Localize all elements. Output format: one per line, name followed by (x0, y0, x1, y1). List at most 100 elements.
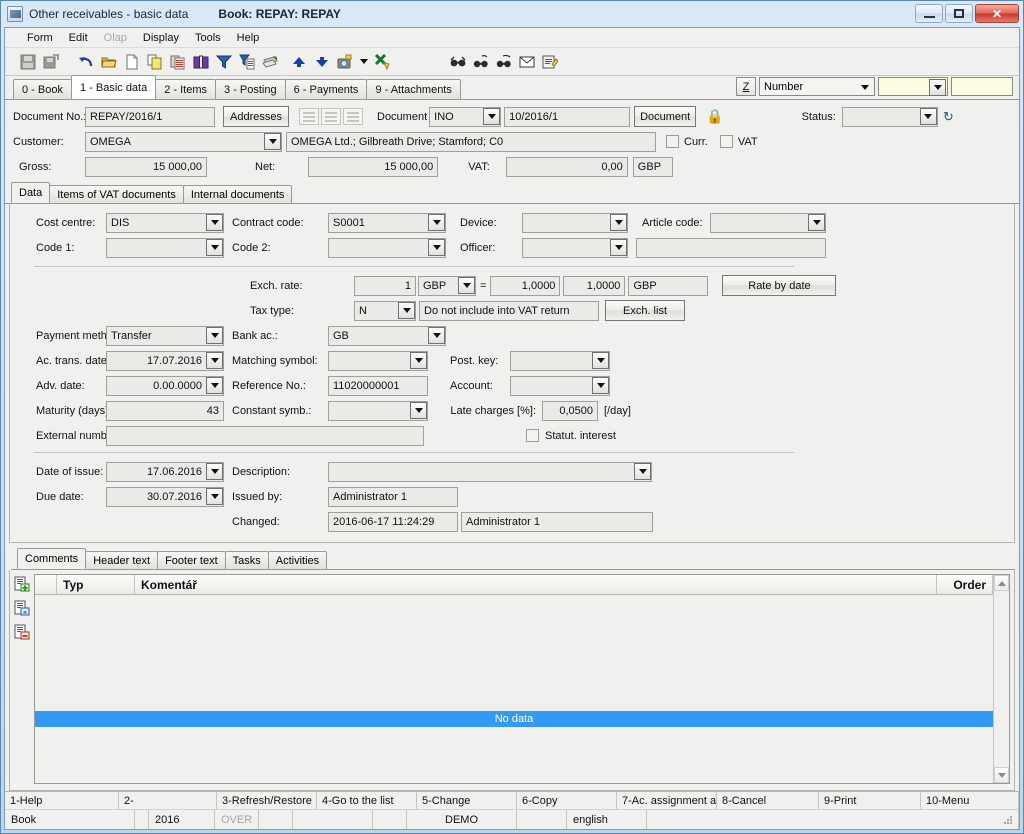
edit-note-icon[interactable] (539, 51, 561, 73)
bottom-tab-activities[interactable]: Activities (267, 551, 328, 569)
code2-select[interactable] (328, 237, 446, 258)
tab-2-items[interactable]: 2 - Items (155, 79, 217, 99)
article-code-select[interactable] (710, 212, 826, 233)
print-icon[interactable] (259, 51, 281, 73)
grid-column-header-typ[interactable]: Typ (57, 575, 135, 594)
chevron-down-icon[interactable] (264, 133, 281, 150)
chevron-down-icon[interactable] (410, 402, 427, 419)
fn-key-10-menu[interactable]: 10-Menu (921, 792, 1019, 809)
constant-symb-select[interactable] (328, 400, 428, 421)
rate-by-date-button[interactable]: Rate by date (722, 275, 837, 296)
device-select[interactable] (522, 212, 628, 233)
addresses-button[interactable]: Addresses (223, 106, 289, 127)
maturity-field[interactable]: 43 (106, 400, 224, 421)
officer-select[interactable] (522, 237, 628, 258)
open-folder-icon[interactable] (98, 51, 120, 73)
dropdown-arrow-icon[interactable] (357, 51, 371, 73)
move-down-icon[interactable] (311, 51, 333, 73)
copy-icon[interactable] (144, 51, 166, 73)
align-right-icon[interactable] (343, 108, 363, 125)
cost-centre-select[interactable]: DIS (106, 212, 224, 233)
menu-item-help[interactable]: Help (229, 30, 268, 46)
fn-key-2[interactable]: 2- (119, 792, 217, 809)
document-button[interactable]: Document (634, 106, 697, 127)
chevron-down-icon[interactable] (592, 352, 609, 369)
camera-icon[interactable] (334, 51, 356, 73)
matching-symbol-select[interactable] (328, 350, 428, 371)
tab-3-posting[interactable]: 3 - Posting (215, 79, 286, 99)
move-up-icon[interactable] (288, 51, 310, 73)
payment-method-select[interactable]: Transfer (106, 325, 224, 346)
align-left-icon[interactable] (299, 108, 319, 125)
grid-column-header-komentar[interactable]: Komentář (135, 575, 937, 594)
fn-key-1-help[interactable]: 1-Help (5, 792, 119, 809)
account-select[interactable] (510, 375, 610, 396)
document-no-field[interactable]: REPAY/2016/1 (85, 106, 215, 127)
tab-0-book[interactable]: 0 - Book (13, 79, 72, 99)
maximize-button[interactable] (945, 4, 973, 23)
align-center-icon[interactable] (321, 108, 341, 125)
chevron-down-icon[interactable] (206, 239, 223, 256)
bottom-tab-footer-text[interactable]: Footer text (157, 551, 226, 569)
fn-key-4-go-to-the-list[interactable]: 4-Go to the list (317, 792, 417, 809)
tab-9-attachments[interactable]: 9 - Attachments (366, 79, 461, 99)
gross-field[interactable]: 15 000,00 (85, 156, 207, 177)
search-dropdown-button[interactable] (929, 79, 946, 96)
bank-ac-select[interactable]: GB (328, 325, 446, 346)
chevron-down-icon[interactable] (428, 214, 445, 231)
tab-6-payments[interactable]: 6 - Payments (284, 79, 368, 99)
calendar-dropdown-icon[interactable] (206, 463, 223, 480)
book-icon[interactable] (190, 51, 212, 73)
chevron-down-icon[interactable] (808, 214, 825, 231)
mail-icon[interactable] (516, 51, 538, 73)
fn-key-9-print[interactable]: 9-Print (819, 792, 921, 809)
chevron-down-icon[interactable] (410, 352, 427, 369)
search-input-secondary[interactable] (951, 77, 1013, 96)
scroll-down-button[interactable] (994, 767, 1009, 783)
chevron-down-icon[interactable] (610, 239, 627, 256)
edit-comment-icon[interactable] (14, 600, 30, 619)
scroll-up-button[interactable] (994, 575, 1009, 591)
find-all-icon[interactable] (493, 51, 515, 73)
menu-item-tools[interactable]: Tools (187, 30, 229, 46)
due-date-field[interactable]: 30.07.2016 (106, 486, 224, 507)
exch-rate-currency-select[interactable]: GBP (418, 275, 476, 296)
chevron-down-icon[interactable] (428, 327, 445, 344)
minimize-button[interactable] (915, 4, 943, 23)
chevron-down-icon[interactable] (483, 108, 501, 125)
menu-item-display[interactable]: Display (135, 30, 187, 46)
save-icon[interactable] (17, 51, 39, 73)
external-number-field[interactable] (106, 425, 424, 446)
tax-type-select[interactable]: N (354, 300, 416, 321)
chevron-down-icon[interactable] (919, 108, 937, 125)
chevron-down-icon[interactable] (428, 239, 445, 256)
adv-date-field[interactable]: 0.00.0000 (106, 375, 224, 396)
paste-icon[interactable] (167, 51, 189, 73)
contract-code-select[interactable]: S0001 (328, 212, 446, 233)
search-mode-select[interactable]: Number (759, 77, 875, 96)
net-field[interactable]: 15 000,00 (308, 156, 439, 177)
save-as-icon[interactable] (40, 51, 62, 73)
vat-checkbox[interactable] (719, 135, 733, 148)
menu-item-edit[interactable]: Edit (61, 30, 96, 46)
exch-rate-value2-field[interactable]: 1,0000 (563, 275, 626, 296)
vat-amount-field[interactable]: 0,00 (505, 156, 628, 177)
inner-tab-data[interactable]: Data (11, 182, 51, 203)
undo-icon[interactable] (75, 51, 97, 73)
fn-key-6-copy[interactable]: 6-Copy (517, 792, 617, 809)
exch-rate-value-field[interactable]: 1,0000 (490, 275, 561, 296)
ac-trans-date-field[interactable]: 17.07.2016 (106, 350, 224, 371)
late-charges-field[interactable]: 0,0500 (542, 400, 598, 421)
inner-tab-items-of-vat-documents[interactable]: Items of VAT documents (49, 185, 184, 203)
curr-checkbox[interactable] (666, 135, 679, 148)
z-button[interactable]: Z (736, 77, 756, 96)
description-select[interactable] (328, 461, 652, 482)
chevron-down-icon[interactable] (206, 327, 223, 344)
menu-item-form[interactable]: Form (19, 30, 61, 46)
bottom-tab-header-text[interactable]: Header text (85, 551, 159, 569)
fn-key-5-change[interactable]: 5-Change (417, 792, 517, 809)
bottom-tab-tasks[interactable]: Tasks (224, 551, 269, 569)
document-number-field[interactable]: 10/2016/1 (504, 106, 631, 127)
new-document-icon[interactable] (121, 51, 143, 73)
chevron-down-icon[interactable] (458, 277, 475, 294)
